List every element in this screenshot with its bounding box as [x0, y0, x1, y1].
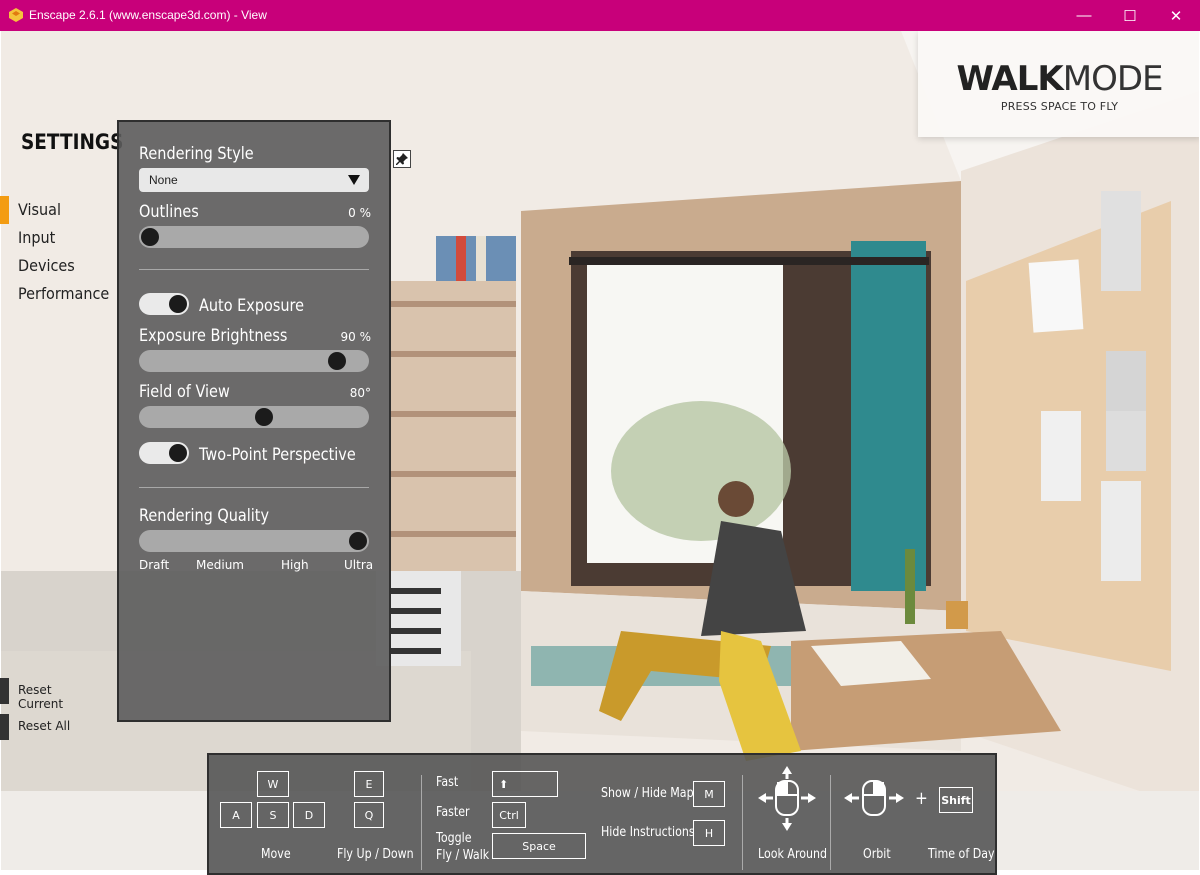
key-shift-up-arrow: ⬆: [492, 771, 558, 797]
mouse-look-around-icon: [758, 766, 816, 831]
toggle-label-line1: Toggle: [436, 831, 472, 846]
separator: [742, 775, 743, 870]
walk-mode-title: WALKMODE: [918, 59, 1199, 99]
pin-icon: [396, 153, 408, 165]
fov-slider-knob[interactable]: [255, 408, 274, 426]
fast-label: Fast: [436, 775, 459, 790]
outlines-value: 0 %: [348, 206, 371, 220]
key-m: M: [693, 781, 725, 807]
key-s: S: [257, 802, 289, 828]
fov-slider[interactable]: [139, 406, 369, 428]
two-point-perspective-toggle[interactable]: [139, 442, 189, 464]
nav-item-visual[interactable]: Visual: [18, 200, 61, 219]
plus-sign: +: [915, 788, 928, 809]
section-divider: [139, 487, 369, 488]
key-q: Q: [354, 802, 384, 828]
active-tab-indicator: [0, 196, 9, 224]
fov-label: Field of View: [139, 382, 230, 402]
exposure-brightness-slider[interactable]: [139, 350, 369, 372]
look-around-label: Look Around: [758, 847, 828, 862]
toggle-label-line2: Fly / Walk: [436, 848, 490, 863]
quality-tick-high: High: [281, 558, 309, 572]
outlines-slider-knob[interactable]: [141, 228, 159, 246]
rendering-quality-label: Rendering Quality: [139, 506, 270, 526]
title-bar: Enscape 2.6.1 (www.enscape3d.com) - View…: [0, 0, 1200, 31]
close-button[interactable]: ✕: [1153, 0, 1199, 31]
reset-all-marker: [0, 714, 9, 740]
key-ctrl: Ctrl: [492, 802, 526, 828]
quality-tick-ultra: Ultra: [344, 558, 374, 572]
pin-panel-button[interactable]: [393, 150, 411, 168]
outlines-label: Outlines: [139, 202, 199, 222]
quality-tick-draft: Draft: [139, 558, 170, 572]
nav-item-devices[interactable]: Devices: [18, 256, 75, 275]
rendering-style-label: Rendering Style: [139, 144, 254, 164]
key-a: A: [220, 802, 252, 828]
auto-exposure-toggle[interactable]: [139, 293, 189, 315]
fly-up-down-label: Fly Up / Down: [337, 847, 414, 862]
show-hide-map-label: Show / Hide Map: [601, 786, 694, 801]
move-label: Move: [261, 847, 291, 862]
rendering-style-value: None: [149, 173, 178, 187]
mouse-orbit-icon: [844, 780, 904, 816]
walk-mode-card: WALKMODE PRESS SPACE TO FLY: [918, 31, 1199, 137]
key-w: W: [257, 771, 289, 797]
auto-exposure-toggle-knob: [169, 295, 187, 313]
walk-mode-title-bold: WALK: [956, 59, 1063, 99]
reset-current-marker: [0, 678, 9, 704]
key-d: D: [293, 802, 325, 828]
exposure-brightness-label: Exposure Brightness: [139, 326, 288, 346]
nav-item-performance[interactable]: Performance: [18, 284, 109, 303]
rendering-quality-slider[interactable]: [139, 530, 369, 552]
maximize-button[interactable]: ☐: [1107, 0, 1153, 31]
dropdown-arrow-icon: [348, 175, 360, 185]
reset-all-label: Reset All: [18, 719, 71, 733]
visual-settings-panel: Rendering Style None Outlines 0 % Auto E…: [117, 120, 391, 722]
time-of-day-label: Time of Day: [928, 847, 995, 862]
outlines-slider[interactable]: [139, 226, 369, 248]
separator: [421, 775, 422, 870]
enscape-logo-icon: [9, 8, 23, 22]
navigation-help-bar: W A S D Move E Q Fly Up / Down Fast ⬆ Fa…: [207, 753, 997, 875]
key-e: E: [354, 771, 384, 797]
settings-heading: SETTINGS: [21, 130, 124, 154]
orbit-label: Orbit: [863, 847, 891, 862]
key-shift: Shift: [939, 787, 973, 813]
exposure-brightness-slider-knob[interactable]: [328, 352, 347, 370]
reset-current-button[interactable]: Reset Current: [0, 678, 90, 711]
minimize-button[interactable]: —: [1061, 0, 1107, 31]
section-divider: [139, 269, 369, 270]
reset-current-label: Reset Current: [18, 683, 64, 711]
two-point-perspective-label: Two-Point Perspective: [199, 445, 356, 465]
rendering-quality-slider-knob[interactable]: [349, 532, 367, 550]
nav-item-input[interactable]: Input: [18, 228, 55, 247]
key-h: H: [693, 820, 725, 846]
faster-label: Faster: [436, 805, 470, 820]
key-space: Space: [492, 833, 586, 859]
walk-mode-title-light: MODE: [1062, 59, 1164, 99]
quality-tick-medium: Medium: [196, 558, 244, 572]
exposure-brightness-value: 90 %: [340, 330, 372, 344]
settings-nav: SETTINGS Visual Input Devices Performanc…: [0, 110, 123, 710]
hide-instructions-label: Hide Instructions: [601, 825, 695, 840]
walk-mode-hint: PRESS SPACE TO FLY: [1000, 100, 1119, 113]
window-title: Enscape 2.6.1 (www.enscape3d.com) - View: [29, 8, 267, 22]
separator: [830, 775, 831, 870]
reset-all-button[interactable]: Reset All: [0, 714, 90, 740]
auto-exposure-label: Auto Exposure: [199, 296, 305, 316]
rendering-style-dropdown[interactable]: None: [139, 168, 369, 192]
fov-value: 80°: [349, 386, 371, 400]
two-point-perspective-toggle-knob: [169, 444, 187, 462]
